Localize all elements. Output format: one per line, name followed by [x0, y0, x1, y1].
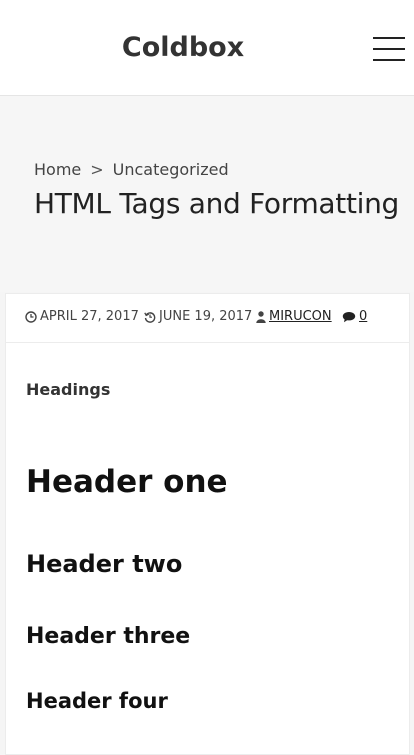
menu-bar-middle [373, 48, 405, 50]
comment-count: 0 [342, 309, 367, 324]
clock-icon [25, 310, 37, 323]
comment-icon [342, 311, 356, 322]
menu-bar-bottom [373, 59, 405, 61]
heading-three: Header three [26, 624, 191, 649]
site-title-link[interactable]: Coldbox [0, 30, 366, 66]
breadcrumb-home-link[interactable]: Home [34, 160, 81, 179]
updated-date-text: JUNE 19, 2017 [159, 309, 253, 324]
heading-one: Header one [26, 464, 228, 500]
post-card: APRIL 27, 2017 JUNE 19, 2017 MIRUCON 0 H… [5, 293, 410, 755]
post-meta: APRIL 27, 2017 JUNE 19, 2017 MIRUCON 0 [6, 294, 409, 343]
menu-bar-top [373, 37, 405, 39]
comments-link[interactable]: 0 [359, 309, 367, 324]
hamburger-menu-icon[interactable] [373, 37, 405, 61]
headings-label: Headings [26, 380, 111, 399]
breadcrumb-separator: > [90, 160, 104, 179]
page-title: HTML Tags and Formatting [34, 187, 400, 220]
author-link[interactable]: MIRUCON [269, 309, 332, 324]
breadcrumb-category-link[interactable]: Uncategorized [113, 160, 229, 179]
history-icon [144, 311, 156, 323]
updated-date: JUNE 19, 2017 [144, 309, 252, 324]
published-date-text: APRIL 27, 2017 [40, 309, 139, 324]
user-icon [256, 310, 266, 323]
heading-two: Header two [26, 550, 183, 578]
breadcrumb: Home > Uncategorized [34, 160, 229, 179]
published-date: APRIL 27, 2017 [25, 309, 139, 324]
heading-four: Header four [26, 689, 168, 713]
post-author: MIRUCON [256, 309, 332, 324]
site-header: Coldbox [0, 0, 414, 96]
